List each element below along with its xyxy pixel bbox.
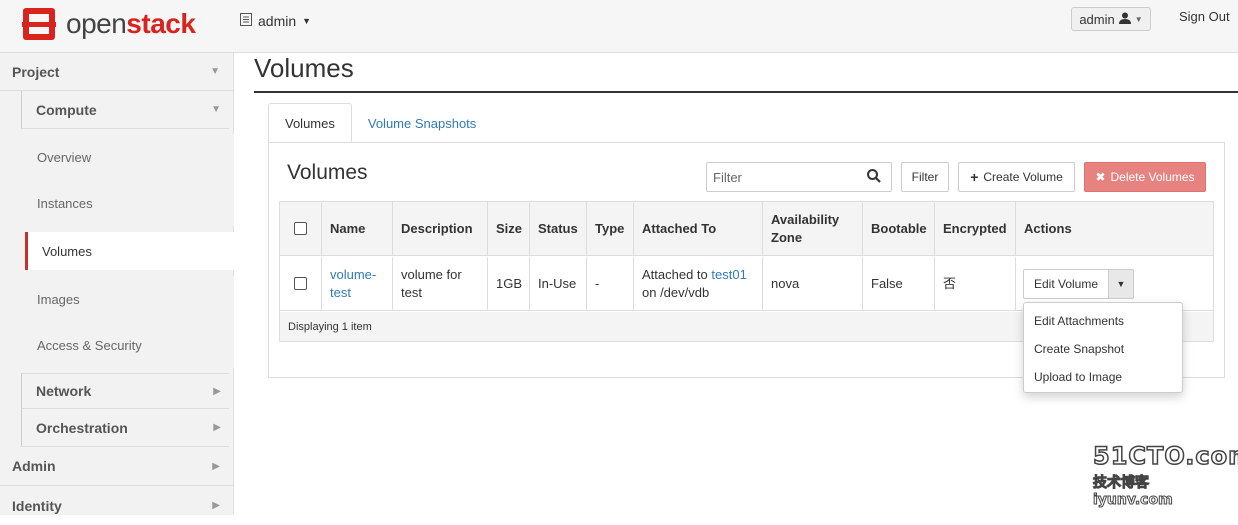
header-status[interactable]: Status xyxy=(529,202,586,255)
filter-button[interactable]: Filter xyxy=(901,162,949,192)
row-checkbox[interactable] xyxy=(294,277,307,290)
chevron-right-icon: ▶ xyxy=(213,422,221,433)
caret-down-icon: ▼ xyxy=(1134,14,1143,24)
plus-icon: + xyxy=(970,169,979,185)
header-attached-to[interactable]: Attached To xyxy=(633,202,762,255)
close-icon: ✖ xyxy=(1095,170,1106,184)
filter-box xyxy=(706,162,892,192)
sidebar-dashboard-admin[interactable]: Admin ▶ xyxy=(0,447,234,486)
header-select-all-cell xyxy=(280,202,321,255)
sidebar-item-access-security[interactable]: Access & Security xyxy=(21,322,234,368)
cell-size: 1GB xyxy=(487,257,529,310)
tab-volume-snapshots[interactable]: Volume Snapshots xyxy=(352,103,492,143)
page-title: Volumes xyxy=(254,53,354,83)
header-type[interactable]: Type xyxy=(586,202,633,255)
cell-type: - xyxy=(586,257,633,310)
openstack-logo-icon xyxy=(22,7,56,41)
project-switcher[interactable]: admin ▼ xyxy=(240,13,311,29)
header-actions: Actions xyxy=(1015,202,1213,255)
table-header: Name Description Size Status Type Attach… xyxy=(280,202,1213,256)
header-availability-zone[interactable]: Availability Zone xyxy=(762,202,862,255)
chevron-right-icon: ▶ xyxy=(212,460,220,472)
caret-down-icon: ▼ xyxy=(302,16,312,26)
caret-down-icon: ▼ xyxy=(1116,279,1126,289)
header-bootable[interactable]: Bootable xyxy=(862,202,934,255)
cell-name: volume-test xyxy=(321,257,392,310)
openstack-logo[interactable]: openstack xyxy=(22,7,196,41)
sidebar-panel-compute[interactable]: Compute ▼ xyxy=(21,91,229,129)
search-icon[interactable] xyxy=(867,168,881,186)
top-navbar: openstack admin ▼ admin ▼ Sign Out xyxy=(0,0,1238,53)
sidebar-item-instances[interactable]: Instances xyxy=(21,180,234,226)
attached-prefix: Attached to xyxy=(642,266,708,282)
delete-volumes-button[interactable]: ✖ Delete Volumes xyxy=(1084,162,1206,192)
volume-name-link[interactable]: volume-test xyxy=(330,266,384,302)
header-encrypted[interactable]: Encrypted xyxy=(934,202,1015,255)
watermark-bottom: 技术博客 iyunv.com xyxy=(1093,475,1174,509)
table-title: Volumes xyxy=(287,161,368,184)
row-actions-group: Edit Volume ▼ xyxy=(1023,269,1134,299)
cell-description: volume for test xyxy=(392,257,487,310)
filter-input[interactable] xyxy=(707,164,857,190)
menu-item-create-snapshot[interactable]: Create Snapshot xyxy=(1024,335,1182,363)
header-name[interactable]: Name xyxy=(321,202,392,255)
sidebar-dashboard-identity[interactable]: Identity ▶ xyxy=(0,486,234,525)
sidebar-panel-orchestration[interactable]: Orchestration ▶ xyxy=(21,409,229,447)
tab-volumes[interactable]: Volumes xyxy=(268,103,352,143)
header-size[interactable]: Size xyxy=(487,202,529,255)
chevron-down-icon: ▼ xyxy=(211,104,221,115)
brand-name: openstack xyxy=(66,8,196,39)
project-name: admin xyxy=(258,13,297,29)
cell-bootable: False xyxy=(862,257,934,310)
sidebar-item-volumes[interactable]: Volumes xyxy=(25,232,234,270)
instance-link[interactable]: test01 xyxy=(711,267,746,282)
sidebar-dashboard-project[interactable]: Project ▼ xyxy=(0,53,234,91)
sidebar-item-overview[interactable]: Overview xyxy=(21,134,234,180)
sidebar: Project ▼ Compute ▼ Overview Instances V… xyxy=(0,53,234,515)
watermark: 51CTO.com 技术博客 iyunv.com xyxy=(1092,441,1238,508)
cell-attached-to: Attached to test01 on /dev/vdb xyxy=(633,257,762,310)
chevron-right-icon: ▶ xyxy=(213,385,221,397)
edit-volume-button[interactable]: Edit Volume xyxy=(1023,269,1109,299)
header-description[interactable]: Description xyxy=(392,202,487,255)
title-divider xyxy=(254,91,1238,93)
cell-availability-zone: nova xyxy=(762,257,862,310)
attached-device: on /dev/vdb xyxy=(642,284,710,300)
sidebar-item-images[interactable]: Images xyxy=(21,276,234,322)
user-menu-button[interactable]: admin ▼ xyxy=(1071,7,1151,31)
select-all-checkbox[interactable] xyxy=(294,222,307,235)
list-icon xyxy=(240,13,252,29)
actions-dropdown-menu: Edit Attachments Create Snapshot Upload … xyxy=(1023,302,1183,393)
sidebar-panel-network[interactable]: Network ▶ xyxy=(21,373,229,409)
sign-out-link[interactable]: Sign Out xyxy=(1179,9,1230,24)
chevron-down-icon: ▼ xyxy=(210,66,220,77)
cell-status: In-Use xyxy=(529,257,586,310)
tab-bar: Volumes Volume Snapshots xyxy=(268,103,492,143)
chevron-right-icon: ▶ xyxy=(212,500,220,511)
row-select-cell xyxy=(280,257,321,310)
cell-encrypted: 否 xyxy=(934,257,1015,310)
user-icon xyxy=(1118,12,1131,27)
user-name: admin xyxy=(1079,11,1115,27)
menu-item-upload-to-image[interactable]: Upload to Image xyxy=(1024,363,1182,391)
watermark-top: 51CTO.com xyxy=(1092,441,1238,471)
create-volume-button[interactable]: + Create Volume xyxy=(958,162,1075,192)
menu-item-edit-attachments[interactable]: Edit Attachments xyxy=(1024,307,1182,335)
actions-dropdown-toggle[interactable]: ▼ xyxy=(1109,269,1134,299)
